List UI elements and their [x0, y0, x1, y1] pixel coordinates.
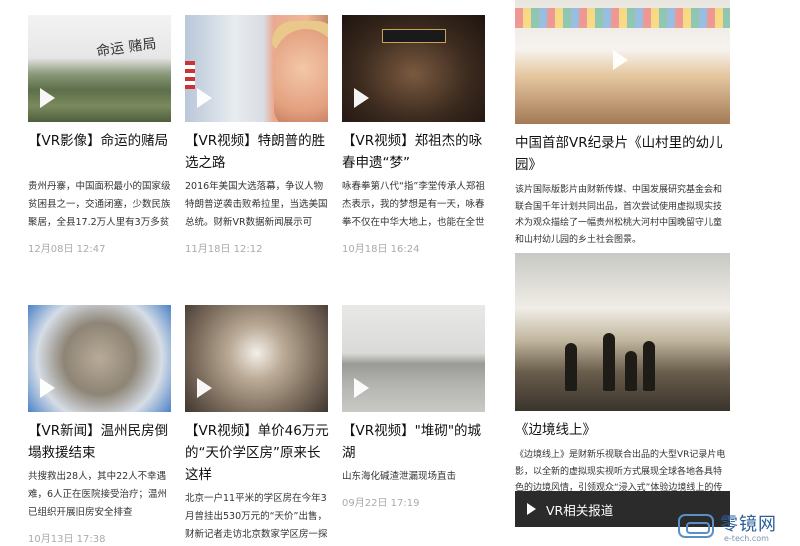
thumbnail-calligraphy: 命运 赌局 — [95, 35, 158, 61]
flag-graphic — [185, 61, 195, 89]
feature-desc: 该片国际版影片由财新传媒、中国发展研究基金会和联合国千年计划共同出品，首次尝试使… — [515, 185, 723, 245]
video-thumbnail[interactable] — [342, 15, 485, 122]
person-silhouette — [625, 351, 637, 391]
play-triangle-icon — [527, 503, 536, 515]
card-desc: 北京一户11平米的学区房在今年3月曾挂出530万元的“天价”出售，财新记者走访北… — [185, 493, 328, 540]
card-title[interactable]: 【VR视频】郑祖杰的咏春申遗“梦” — [342, 130, 487, 174]
vr-goggles-icon — [678, 514, 714, 538]
play-icon[interactable] — [197, 378, 212, 398]
video-thumbnail[interactable] — [342, 305, 485, 412]
card-date: 12月08日 12:47 — [28, 244, 106, 255]
portrait-graphic — [274, 29, 328, 122]
news-card[interactable]: 【VR视频】特朗普的胜选之路 2016年美国大选落幕，争议人物特朗普逆袭击败希拉… — [185, 15, 330, 255]
video-thumbnail[interactable] — [515, 0, 730, 124]
card-desc: 2016年美国大选落幕，争议人物特朗普逆袭击败希拉里，当选美国总统。财新VR数据… — [185, 181, 328, 228]
card-title[interactable]: 【VR视频】特朗普的胜选之路 — [185, 130, 330, 174]
video-thumbnail[interactable] — [185, 305, 328, 412]
video-thumbnail[interactable] — [28, 305, 171, 412]
news-card[interactable]: 【VR视频】"堆砌"的城湖 山东海化碱渣泄漏现场直击 09月22日 17:19 — [342, 305, 487, 509]
person-silhouette — [603, 333, 615, 391]
card-date: 10月13日 17:38 — [28, 534, 106, 545]
play-icon[interactable] — [40, 88, 55, 108]
card-date: 10月18日 16:24 — [342, 244, 420, 255]
video-thumbnail[interactable] — [515, 253, 730, 411]
hall-plaque — [382, 29, 446, 43]
card-title[interactable]: 【VR影像】命运的赌局 — [28, 130, 173, 174]
play-icon[interactable] — [354, 378, 369, 398]
play-icon[interactable] — [613, 50, 628, 70]
news-card[interactable]: 命运 赌局 【VR影像】命运的赌局 贵州丹寨，中国面积最小的国家级贫困县之一，交… — [28, 15, 173, 255]
video-thumbnail[interactable]: 命运 赌局 — [28, 15, 171, 122]
news-card[interactable]: 【VR视频】郑祖杰的咏春申遗“梦” 咏春拳第八代“指”李堂传承人郑祖杰表示，我的… — [342, 15, 487, 255]
news-card[interactable]: 【VR视频】单价46万元的“天价学区房”原来长这样 北京一户11平米的学区房在今… — [185, 305, 330, 546]
card-desc: 共搜救出28人，其中22人不幸遇难，6人正在医院接受治疗；温州已组织开展旧房安全… — [28, 471, 168, 518]
featured-documentary[interactable]: 中国首部VR纪录片《山村里的幼儿园》 该片国际版影片由财新传媒、中国发展研究基金… — [515, 0, 730, 248]
play-icon[interactable] — [197, 88, 212, 108]
card-title[interactable]: 【VR新闻】温州民房倒塌救援结束 — [28, 420, 173, 464]
featured-documentary[interactable]: 《边境线上》 《边境线上》是财新乐视联合出品的大型VR记录片电影，以全新的虚拟现… — [515, 253, 730, 530]
watermark-url: e-tech.com — [724, 534, 769, 543]
play-icon[interactable] — [40, 378, 55, 398]
person-silhouette — [643, 341, 655, 391]
watermark-name: 零镜网 — [720, 514, 777, 535]
video-thumbnail[interactable] — [185, 15, 328, 122]
card-title[interactable]: 【VR视频】"堆砌"的城湖 — [342, 420, 487, 464]
feature-title[interactable]: 中国首部VR纪录片《山村里的幼儿园》 — [515, 132, 730, 176]
bunting-graphic — [515, 8, 730, 28]
feature-title[interactable]: 《边境线上》 — [515, 419, 730, 441]
card-title[interactable]: 【VR视频】单价46万元的“天价学区房”原来长这样 — [185, 420, 330, 486]
card-desc: 贵州丹寨，中国面积最小的国家级贫困县之一，交通闭塞，少数民族聚居，全县17.2万… — [28, 181, 171, 228]
play-icon[interactable] — [354, 88, 369, 108]
card-desc: 咏春拳第八代“指”李堂传承人郑祖杰表示，我的梦想是有一天，咏春拳不仅在中华大地上… — [342, 181, 485, 228]
card-date: 09月22日 17:19 — [342, 498, 420, 509]
card-date: 11月18日 12:12 — [185, 244, 263, 255]
related-reports-label: VR相关报道 — [546, 502, 614, 518]
card-desc: 山东海化碱渣泄漏现场直击 — [342, 471, 457, 482]
news-card[interactable]: 【VR新闻】温州民房倒塌救援结束 共搜救出28人，其中22人不幸遇难，6人正在医… — [28, 305, 173, 545]
person-silhouette — [565, 343, 577, 391]
watermark: 零镜网 e-tech.com — [678, 510, 798, 544]
